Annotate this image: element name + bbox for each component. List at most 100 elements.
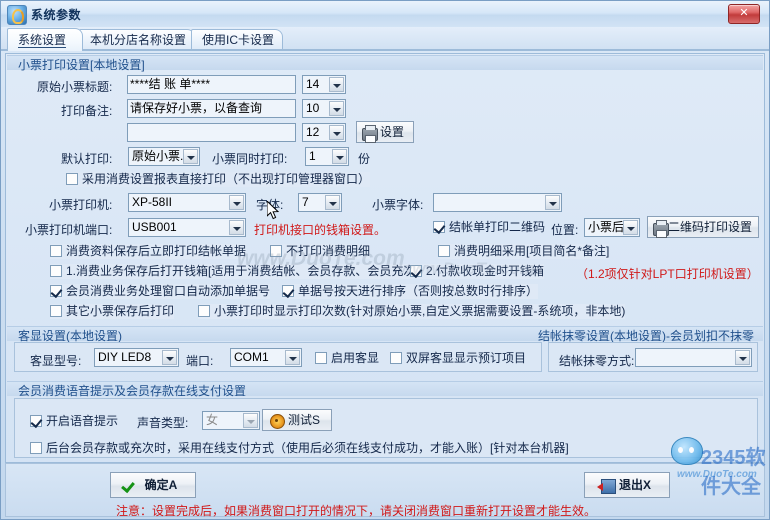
- app-icon: [7, 5, 27, 25]
- chevron-down-icon[interactable]: [243, 413, 258, 428]
- print-settings-button[interactable]: 设置: [356, 121, 414, 143]
- default-print-combo[interactable]: 原始小票..: [128, 147, 200, 166]
- label-printer-port: 小票打印机端口:: [25, 223, 113, 237]
- tab-ic-card-settings[interactable]: 使用IC卡设置: [191, 29, 284, 51]
- checkbox-online-payment[interactable]: 后台会员存款或充次时，采用在线支付方式（使用后必须在线支付成功，才能入账）[针对…: [30, 441, 569, 456]
- checkbox-open-cashbox-on-cash[interactable]: 2.付款收现金时开钱箱: [410, 264, 545, 279]
- checkbox-enable-display[interactable]: 启用客显: [315, 351, 379, 366]
- print-note-size-combo[interactable]: 10: [302, 99, 346, 118]
- chevron-down-icon[interactable]: [623, 220, 638, 235]
- tab-system-settings[interactable]: 系统设置: [7, 28, 83, 51]
- checkbox-show-print-count[interactable]: 小票打印时显示打印次数(针对原始小票,自定义票据需要设置-系统项，非本地): [198, 304, 626, 319]
- combo-value: 12: [306, 125, 320, 139]
- checkbox-label: 1.消费业务保存后打开钱箱[适用于消费结帐、会员存款、会员充次]: [66, 264, 419, 278]
- chevron-down-icon[interactable]: [229, 220, 244, 235]
- checkbox-dual-display[interactable]: 双屏客显显示预订项目: [390, 351, 526, 366]
- label-qr-position: 位置:: [551, 223, 579, 237]
- checkbox-label: 双屏客显显示预订项目: [406, 351, 527, 365]
- gear-icon: [270, 414, 285, 429]
- checkbox-box: [50, 305, 62, 317]
- chevron-down-icon[interactable]: [329, 125, 344, 140]
- checkbox-auto-add-doc-no[interactable]: 会员消费业务处理窗口自动添加单据号: [50, 284, 271, 299]
- qr-print-settings-button[interactable]: 二维码打印设置: [647, 216, 759, 238]
- rounding-mode-combo[interactable]: [635, 348, 752, 367]
- checkbox-label: 开启语音提示: [46, 414, 119, 428]
- checkbox-box: [433, 221, 445, 233]
- chevron-down-icon[interactable]: [332, 149, 347, 164]
- checkbox-qr-print[interactable]: 结帐单打印二维码: [433, 220, 545, 235]
- chevron-down-icon[interactable]: [162, 350, 177, 365]
- tab-label: 本机分店名称设置: [90, 33, 187, 47]
- print-note2-input[interactable]: [127, 123, 296, 142]
- label-receipt-title: 原始小票标题:: [37, 80, 113, 94]
- checkbox-label: 不打印消费明细: [286, 244, 371, 258]
- chevron-down-icon[interactable]: [229, 195, 244, 210]
- receipt-title-size-combo[interactable]: 14: [302, 75, 346, 94]
- checkbox-enable-voice[interactable]: 开启语音提示: [30, 414, 118, 429]
- checkbox-box: [282, 285, 294, 297]
- check-icon: [123, 479, 133, 491]
- chevron-down-icon[interactable]: [329, 77, 344, 92]
- settings-content-panel: 小票打印设置[本地设置] 原始小票标题: ****结 账 单**** 14 打印…: [5, 53, 765, 463]
- printer-icon: [653, 220, 669, 238]
- receipt-printer-combo[interactable]: XP-58II: [128, 193, 246, 212]
- close-button[interactable]: ✕: [728, 4, 760, 24]
- chevron-down-icon[interactable]: [183, 149, 198, 164]
- checkbox-detail-short-name[interactable]: 消费明细采用[项目简名*备注]: [438, 244, 610, 259]
- checkbox-label: 2.付款收现金时开钱箱: [426, 264, 545, 278]
- checkbox-label: 结帐单打印二维码: [449, 220, 546, 234]
- checkbox-sort-doc-no-daily[interactable]: 单据号按天进行排序（否则按总数时行排序）: [282, 284, 539, 299]
- checkbox-open-cashbox-after-save[interactable]: 1.消费业务保存后打开钱箱[适用于消费结帐、会员存款、会员充次]: [50, 264, 419, 279]
- chevron-down-icon[interactable]: [325, 195, 340, 210]
- voice-test-button[interactable]: 测试S: [262, 409, 332, 431]
- print-note-input[interactable]: 请保存好小票，以备查询: [127, 99, 296, 118]
- confirm-button[interactable]: 确定A: [110, 472, 196, 498]
- printer-icon: [362, 125, 378, 143]
- printer-port-combo[interactable]: USB001: [128, 218, 246, 237]
- checkbox-no-detail-print[interactable]: 不打印消费明细: [270, 244, 371, 259]
- combo-value: 7: [302, 195, 309, 209]
- checkbox-label: 采用消费设置报表直接打印（不出现打印管理器窗口）: [82, 172, 371, 186]
- label-copies-unit: 份: [358, 152, 371, 166]
- window-title: 系统参数: [31, 8, 82, 22]
- qr-position-combo[interactable]: 小票后: [584, 218, 640, 237]
- label-print-note: 打印备注:: [61, 104, 113, 118]
- checkbox-box: [50, 285, 62, 297]
- label-display-model: 客显型号:: [30, 354, 82, 368]
- confirm-label: 确定A: [144, 478, 178, 492]
- print-note2-size-combo[interactable]: 12: [302, 123, 346, 142]
- footer-bar: 确定A 退出X 注意：设置完成后，如果消费窗口打开的情况下，请关闭消费窗口重新打…: [5, 463, 765, 518]
- checkbox-label: 后台会员存款或充次时，采用在线支付方式（使用后必须在线支付成功，才能入账）[针对…: [46, 441, 569, 455]
- footer-notice: 注意：设置完成后，如果消费窗口打开的情况下，请关闭消费窗口重新打开设置才能生效。: [116, 504, 597, 518]
- combo-value: USB001: [132, 220, 177, 234]
- receipt-title-input[interactable]: ****结 账 单****: [127, 75, 296, 94]
- chevron-down-icon[interactable]: [329, 101, 344, 116]
- checkbox-print-after-save[interactable]: 消费资料保存后立即打印结帐单据: [50, 244, 247, 259]
- font-size-combo[interactable]: 7: [298, 193, 342, 212]
- exit-door-icon: [597, 479, 616, 494]
- checkbox-box: [50, 265, 62, 277]
- tab-strip: 系统设置 本机分店名称设置 使用IC卡设置: [1, 27, 769, 51]
- label-receipt-printer: 小票打印机:: [49, 198, 113, 212]
- checkbox-other-receipt-print[interactable]: 其它小票保存后打印: [50, 304, 175, 319]
- exit-button[interactable]: 退出X: [584, 472, 670, 498]
- chevron-down-icon[interactable]: [285, 350, 300, 365]
- combo-value: 原始小票..: [132, 149, 187, 163]
- checkbox-box: [30, 442, 42, 454]
- receipt-font-combo[interactable]: [433, 193, 562, 212]
- combo-value: 10: [306, 101, 320, 115]
- display-port-combo[interactable]: COM1: [230, 348, 302, 367]
- exit-label: 退出X: [618, 478, 651, 492]
- combo-value: DIY LED8: [98, 350, 152, 364]
- checkbox-label: 会员消费业务处理窗口自动添加单据号: [66, 284, 271, 298]
- title-bar: 系统参数 ✕: [1, 1, 769, 28]
- chevron-down-icon[interactable]: [735, 350, 750, 365]
- checkbox-direct-print[interactable]: 采用消费设置报表直接打印（不出现打印管理器窗口）: [66, 172, 371, 187]
- simultaneous-print-combo[interactable]: 1: [305, 147, 349, 166]
- checkbox-box: [315, 352, 327, 364]
- voice-type-combo[interactable]: 女: [202, 411, 260, 430]
- checkbox-label: 消费资料保存后立即打印结帐单据: [66, 244, 247, 258]
- display-model-combo[interactable]: DIY LED8: [94, 348, 179, 367]
- chevron-down-icon[interactable]: [545, 195, 560, 210]
- tab-branch-name-settings[interactable]: 本机分店名称设置: [79, 29, 196, 51]
